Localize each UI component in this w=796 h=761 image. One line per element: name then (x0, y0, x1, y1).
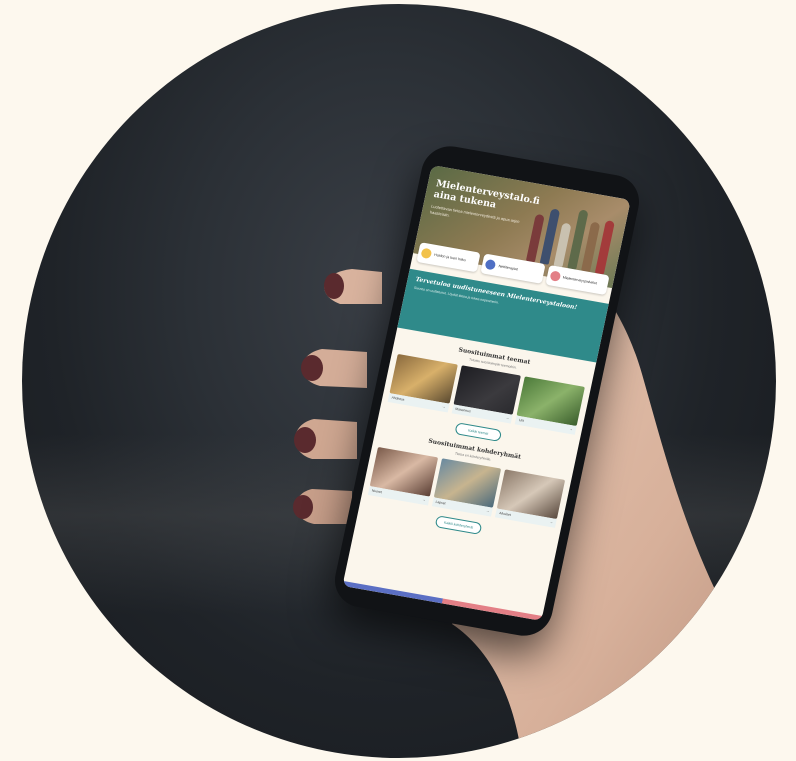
arrow-icon: → (549, 519, 554, 525)
quick-card-label: Nettiterapiat (498, 264, 519, 272)
theme-tile[interactable]: Masennus → (451, 365, 522, 424)
group-tile[interactable]: Aikuiset → (495, 469, 566, 528)
group-tile[interactable]: Nuoret → (367, 446, 438, 506)
theme-tile[interactable]: Ahdistus → (387, 353, 458, 413)
quick-card-icon (549, 270, 561, 282)
arrow-icon: → (569, 426, 574, 432)
all-themes-button[interactable]: Kaikki teemat (454, 422, 503, 442)
quick-card-label: Mielenterveyspalvelut (562, 275, 598, 286)
arrow-icon: → (421, 497, 427, 502)
theme-tile[interactable]: Uni → (514, 376, 585, 435)
arrow-icon: → (485, 508, 490, 514)
quick-card-icon (484, 258, 497, 271)
arrow-icon: → (441, 404, 446, 409)
all-groups-button[interactable]: Kaikki kohderyhmät (434, 515, 483, 535)
quick-card-label: Hoidon ja tuen haku (433, 252, 467, 263)
arrow-icon: → (505, 415, 510, 421)
group-tile[interactable]: Lapset → (431, 458, 502, 517)
circular-photo: Mielenterveystalo.fi aina tukena Luotett… (22, 4, 776, 758)
quick-card-icon (420, 247, 433, 260)
